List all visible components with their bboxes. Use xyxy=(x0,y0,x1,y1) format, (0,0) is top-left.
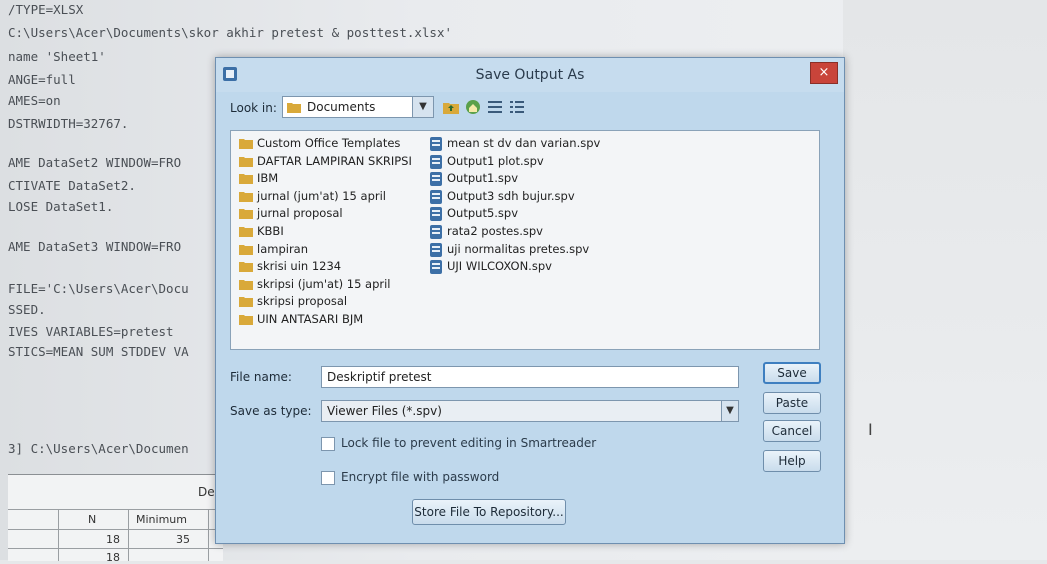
look-in-value: Documents xyxy=(307,100,376,114)
syntax-line: 3] C:\Users\Acer\Documen xyxy=(8,441,189,456)
checkbox-box[interactable] xyxy=(321,437,335,451)
file-name: Output3 sdh bujur.spv xyxy=(447,188,575,203)
folder-icon xyxy=(239,156,253,167)
table-title: De xyxy=(198,485,215,499)
dialog-titlebar[interactable]: Save Output As × xyxy=(216,58,844,92)
help-button[interactable]: Help xyxy=(763,450,821,472)
syntax-line: AME DataSet2 WINDOW=FRO xyxy=(8,155,182,170)
spv-file-icon xyxy=(430,172,442,187)
table-cell: 18 xyxy=(106,533,120,546)
cancel-button[interactable]: Cancel xyxy=(763,420,821,442)
file-name: UJI WILCOXON.spv xyxy=(447,259,552,274)
folder-name: skrisi uin 1234 xyxy=(257,259,342,274)
folder-name: skripsi proposal xyxy=(257,294,348,309)
table-cell: 18 xyxy=(106,551,120,564)
list-view-icon[interactable] xyxy=(486,98,504,116)
save-as-type-dropdown[interactable]: Viewer Files (*.spv) ▼ xyxy=(321,400,739,422)
up-folder-icon[interactable] xyxy=(442,98,460,116)
file-name: Output1 plot.spv xyxy=(447,153,544,168)
syntax-line: FILE='C:\Users\Acer\Docu xyxy=(8,281,189,296)
folder-icon xyxy=(287,103,301,113)
syntax-line: IVES VARIABLES=pretest xyxy=(8,324,174,339)
folder-icon xyxy=(239,227,253,237)
details-view-icon[interactable] xyxy=(508,98,526,116)
home-icon[interactable] xyxy=(464,98,482,116)
folder-icon xyxy=(239,209,253,220)
syntax-line: LOSE DataSet1. xyxy=(8,199,114,214)
folder-name: UIN ANTASARI BJM xyxy=(257,312,364,326)
file-name: uji normalitas pretes.spv xyxy=(447,241,590,256)
spv-file-icon xyxy=(430,242,442,257)
syntax-line: STICS=MEAN SUM STDDEV VA xyxy=(8,344,189,359)
save-as-type-label: Save as type: xyxy=(230,404,312,418)
spv-file-icon xyxy=(430,207,442,222)
folder-name: DAFTAR LAMPIRAN SKRIPSI xyxy=(257,153,412,168)
column-header: N xyxy=(88,513,97,526)
folder-icon xyxy=(239,279,253,290)
store-to-repository-button[interactable]: Store File To Repository... xyxy=(412,499,566,525)
file-name: rata2 postes.spv xyxy=(447,224,543,238)
checkbox-box[interactable] xyxy=(321,471,335,485)
folder-name: jurnal proposal xyxy=(257,206,343,221)
save-button[interactable]: Save xyxy=(763,362,821,384)
chevron-down-icon[interactable]: ▼ xyxy=(721,401,738,421)
look-in-dropdown[interactable]: Documents ▼ xyxy=(282,96,434,118)
spv-file-icon xyxy=(430,260,442,275)
folder-name: skripsi (jum'at) 15 april xyxy=(257,276,391,291)
spv-file-icon xyxy=(430,225,442,239)
folder-name: Custom Office Templates xyxy=(257,136,401,150)
syntax-line: name 'Sheet1' xyxy=(8,49,106,64)
folder-icon xyxy=(239,174,253,185)
text-cursor-icon: I xyxy=(868,420,873,439)
encrypt-file-label: Encrypt file with password xyxy=(341,470,500,484)
desktop-background xyxy=(843,0,1047,560)
lock-file-label: Lock file to prevent editing in Smartrea… xyxy=(341,436,597,450)
folder-name: lampiran xyxy=(257,241,309,256)
syntax-line: C:\Users\Acer\Documents\skor akhir prete… xyxy=(8,25,453,40)
file-name: Output1.spv xyxy=(447,171,519,186)
dialog-title: Save Output As xyxy=(475,67,585,83)
file-name: Output5.spv xyxy=(447,206,519,221)
folder-icon xyxy=(239,191,253,202)
folder-icon xyxy=(239,139,253,149)
column-header: Minimum xyxy=(136,513,187,526)
syntax-line: AMES=on xyxy=(8,93,61,108)
folder-icon xyxy=(239,297,253,308)
file-name-label: File name: xyxy=(230,370,292,384)
syntax-line: DSTRWIDTH=32767. xyxy=(8,116,129,131)
file-name-input[interactable]: Deskriptif pretest xyxy=(321,366,739,388)
spv-file-icon xyxy=(430,137,442,151)
syntax-line: /TYPE=XLSX xyxy=(8,2,84,17)
folder-name: KBBI xyxy=(257,224,284,238)
folder-icon xyxy=(239,262,253,273)
spv-file-icon xyxy=(430,189,442,204)
folder-name: jurnal (jum'at) 15 april xyxy=(257,188,386,203)
table-cell: 35 xyxy=(176,533,190,546)
chevron-down-icon[interactable]: ▼ xyxy=(412,97,433,117)
folder-icon xyxy=(239,244,253,255)
save-as-type-value: Viewer Files (*.spv) xyxy=(327,404,442,418)
look-in-label: Look in: xyxy=(230,101,277,115)
file-list[interactable]: Custom Office Templates DAFTAR LAMPIRAN S… xyxy=(230,130,820,350)
syntax-line: AME DataSet3 WINDOW=FRO xyxy=(8,239,182,254)
syntax-line: ANGE=full xyxy=(8,72,76,87)
close-button[interactable]: × xyxy=(810,62,838,84)
paste-button[interactable]: Paste xyxy=(763,392,821,414)
syntax-line: CTIVATE DataSet2. xyxy=(8,178,136,193)
spv-file-icon xyxy=(430,154,442,169)
save-output-dialog: Save Output As × Look in: Documents ▼ Cu… xyxy=(215,57,873,544)
syntax-line: SSED. xyxy=(8,302,46,317)
folder-icon xyxy=(239,315,253,325)
folder-name: IBM xyxy=(257,171,279,186)
descriptives-output-table: De N Minimum 18 35 18 xyxy=(8,474,223,564)
file-name: mean st dv dan varian.spv xyxy=(447,136,601,150)
